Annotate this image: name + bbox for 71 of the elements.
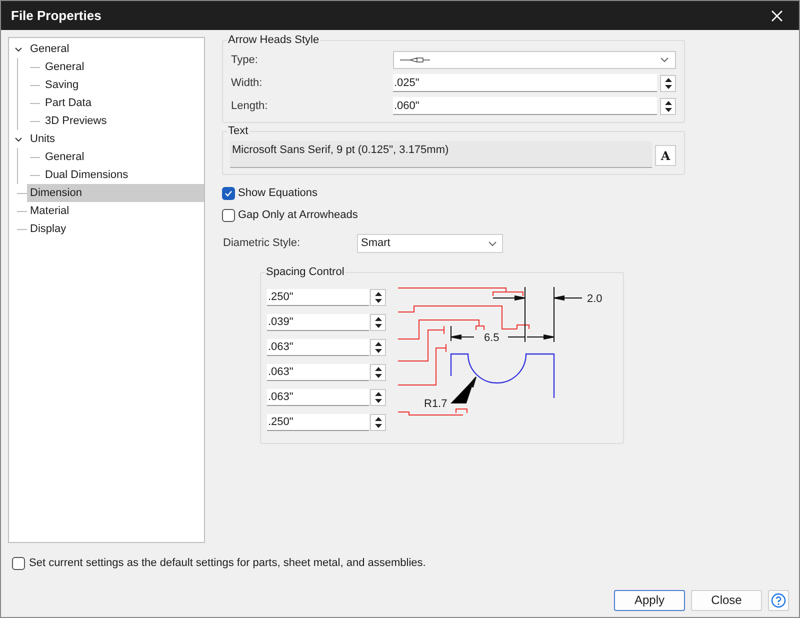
number-field[interactable]: .025" (393, 74, 657, 92)
tree-item[interactable]: Dimension (27, 184, 204, 202)
help-icon (771, 592, 786, 608)
number-field[interactable]: .250" (267, 414, 369, 431)
font-field: Microsoft Sans Serif, 9 pt (0.125", 3.175mm) (230, 141, 652, 168)
arrowhead-style-icon (400, 57, 430, 63)
up-arrow-icon (374, 317, 382, 321)
down-arrow-icon (374, 374, 382, 378)
up-arrow-icon (374, 292, 382, 296)
dimension-label: R1.7 (424, 398, 448, 410)
field-label: Length: (231, 98, 269, 114)
window-title: File Properties (11, 6, 102, 25)
up-arrow-icon (664, 78, 672, 82)
up-arrow-icon (374, 367, 382, 371)
group-title: Spacing Control (265, 265, 346, 279)
spin-buttons[interactable] (370, 364, 386, 381)
tree-item[interactable]: General (40, 58, 204, 76)
down-arrow-icon (374, 399, 382, 403)
tree-item[interactable]: Units (27, 130, 204, 148)
up-arrow-icon (374, 392, 382, 396)
dimension-label: 6.5 (484, 332, 500, 344)
tree-item[interactable]: General (40, 148, 204, 166)
spin-buttons[interactable] (370, 414, 386, 431)
close-icon (771, 10, 783, 22)
default-settings-checkbox[interactable] (12, 556, 25, 570)
number-field[interactable]: .063" (267, 364, 369, 381)
up-arrow-icon (374, 342, 382, 346)
checkbox[interactable] (222, 187, 235, 200)
tree-item[interactable]: Part Data (40, 94, 204, 112)
down-arrow-icon (374, 424, 382, 428)
down-arrow-icon (374, 349, 382, 353)
number-field[interactable]: .063" (267, 389, 369, 406)
spin-buttons[interactable] (660, 98, 676, 114)
number-field[interactable]: .250" (267, 289, 369, 306)
down-arrow-icon (374, 299, 382, 303)
expand-caret-icon[interactable] (14, 134, 22, 144)
tree-item[interactable]: Material (27, 202, 204, 220)
help-button[interactable] (768, 590, 789, 610)
dialog-button[interactable]: Apply (614, 590, 685, 610)
checkbox[interactable] (222, 209, 235, 222)
number-field[interactable]: .039" (267, 314, 369, 331)
group-title: Arrow Heads Style (227, 33, 320, 47)
diametric-style-dropdown[interactable]: Smart (357, 234, 503, 253)
tree-item[interactable]: 3D Previews (40, 112, 204, 130)
up-arrow-icon (664, 100, 672, 104)
default-settings-label: Set current settings as the default settings for parts, sheet metal, and assemblies. (29, 556, 426, 571)
number-field[interactable]: .063" (267, 339, 369, 356)
down-arrow-icon (664, 108, 672, 112)
spin-buttons[interactable] (660, 74, 676, 92)
field-label: Diametric Style: (223, 236, 302, 252)
field-label: Type: (231, 52, 259, 68)
check-icon (224, 189, 233, 198)
tree-item[interactable]: Dual Dimensions (40, 166, 204, 184)
up-arrow-icon (374, 417, 382, 421)
tree-item[interactable]: Display (27, 220, 204, 238)
dialog-button[interactable]: Close (691, 590, 762, 610)
tree-item[interactable]: Saving (40, 76, 204, 94)
number-field[interactable]: .060" (393, 97, 657, 115)
field-label: Width: (231, 76, 264, 91)
expand-caret-icon[interactable] (14, 44, 22, 54)
spin-buttons[interactable] (370, 389, 386, 406)
spin-buttons[interactable] (370, 289, 386, 306)
down-arrow-icon (664, 84, 672, 88)
spin-buttons[interactable] (370, 339, 386, 356)
checkbox-label: Show Equations (238, 186, 318, 202)
font-button[interactable]: A (655, 145, 676, 166)
spin-buttons[interactable] (370, 314, 386, 331)
dimension-label: 2.0 (587, 293, 602, 305)
down-arrow-icon (374, 324, 382, 328)
checkbox-label: Gap Only at Arrowheads (238, 208, 358, 224)
tree-item[interactable]: General (27, 40, 204, 58)
